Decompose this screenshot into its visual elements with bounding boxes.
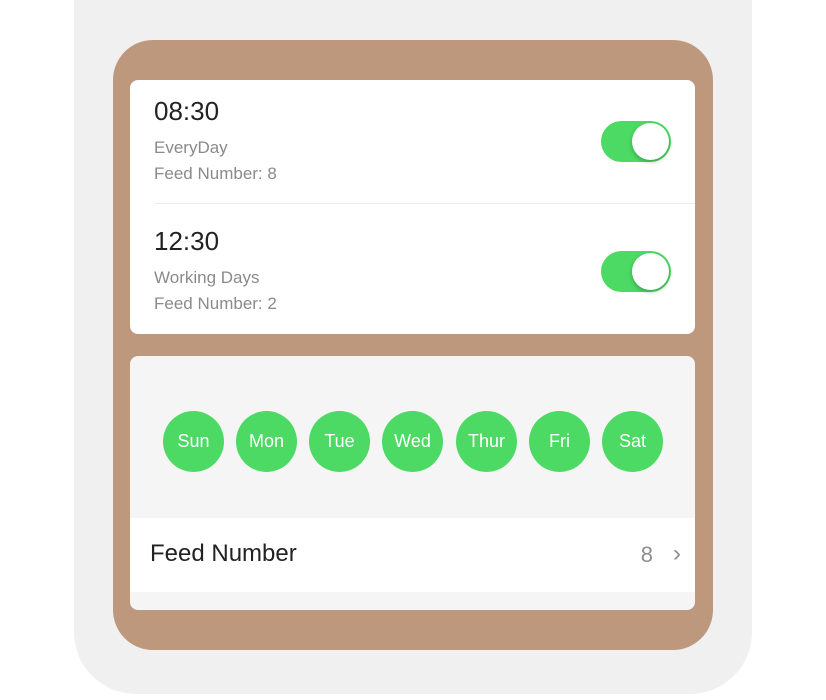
alarm-item[interactable]: 12:30 Working Days Feed Number: 2 bbox=[130, 210, 695, 333]
day-mon-button[interactable]: Mon bbox=[236, 411, 297, 472]
divider bbox=[154, 203, 695, 204]
alarm-feed-number: Feed Number: 8 bbox=[154, 164, 277, 183]
feed-number-row[interactable]: Feed Number 8 › bbox=[130, 518, 695, 592]
alarm-item[interactable]: 08:30 EveryDay Feed Number: 8 bbox=[130, 80, 695, 203]
toggle-knob bbox=[632, 123, 669, 160]
alarm-time: 08:30 bbox=[154, 96, 220, 126]
day-wed-button[interactable]: Wed bbox=[382, 411, 443, 472]
day-sun-button[interactable]: Sun bbox=[163, 411, 224, 472]
alarm-days: Working Days bbox=[154, 268, 260, 287]
alarm-list: 08:30 EveryDay Feed Number: 8 12:30 Work… bbox=[130, 80, 695, 334]
alarm-days: EveryDay bbox=[154, 138, 228, 157]
feed-number-label: Feed Number bbox=[150, 540, 297, 567]
alarm-toggle[interactable] bbox=[601, 121, 671, 162]
day-sat-button[interactable]: Sat bbox=[602, 411, 663, 472]
day-tue-button[interactable]: Tue bbox=[309, 411, 370, 472]
day-thur-button[interactable]: Thur bbox=[456, 411, 517, 472]
alarm-feed-number: Feed Number: 2 bbox=[154, 294, 277, 313]
alarm-toggle[interactable] bbox=[601, 251, 671, 292]
alarm-editor: Sun Mon Tue Wed Thur Fri Sat Feed Number… bbox=[130, 356, 695, 610]
day-fri-button[interactable]: Fri bbox=[529, 411, 590, 472]
alarm-time: 12:30 bbox=[154, 226, 220, 256]
feed-number-value: 8 bbox=[640, 542, 653, 567]
toggle-knob bbox=[632, 253, 669, 290]
chevron-right-icon: › bbox=[673, 540, 681, 567]
